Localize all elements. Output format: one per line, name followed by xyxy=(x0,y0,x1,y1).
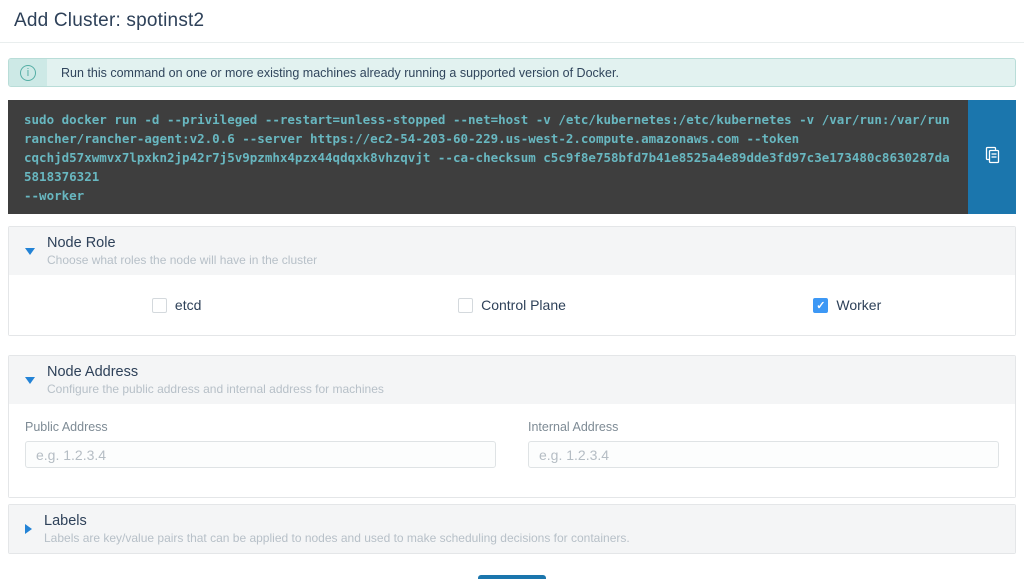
form-footer: Done xyxy=(8,575,1016,579)
labels-section-header[interactable]: Labels Labels are key/value pairs that c… xyxy=(9,505,1015,553)
section-title: Labels xyxy=(44,512,630,530)
command-line: cqchjd57xwmvx7lpxkn2jp42r7j5v9pzmhx4pzx4… xyxy=(24,148,952,186)
info-banner-text: Run this command on one or more existing… xyxy=(47,59,1015,86)
info-circle-icon: i xyxy=(20,65,36,81)
public-address-input[interactable] xyxy=(25,441,496,468)
copy-to-clipboard-button[interactable] xyxy=(968,100,1016,214)
page-header: Add Cluster: spotinst2 xyxy=(0,0,1024,43)
node-role-section-header[interactable]: Node Role Choose what roles the node wil… xyxy=(9,227,1015,275)
worker-checkbox[interactable] xyxy=(813,298,828,313)
field-label: Internal Address xyxy=(528,420,999,434)
field-label: Public Address xyxy=(25,420,496,434)
info-banner: i Run this command on one or more existi… xyxy=(8,58,1016,87)
collapse-toggle-icon xyxy=(25,248,35,255)
checkbox-option-etcd[interactable]: etcd xyxy=(9,275,344,335)
internal-address-input[interactable] xyxy=(528,441,999,468)
checkbox-label: etcd xyxy=(175,297,201,313)
internal-address-field-group: Internal Address xyxy=(528,420,999,468)
section-subtitle: Labels are key/value pairs that can be a… xyxy=(44,531,630,546)
info-banner-icon-cell: i xyxy=(9,59,47,86)
checkbox-option-worker[interactable]: Worker xyxy=(680,275,1015,335)
add-cluster-form: i Run this command on one or more existi… xyxy=(8,58,1016,579)
section-title: Node Role xyxy=(47,234,317,252)
node-address-section-header[interactable]: Node Address Configure the public addres… xyxy=(9,356,1015,404)
docker-command-text: sudo docker run -d --privileged --restar… xyxy=(8,100,968,214)
node-address-fields: Public Address Internal Address xyxy=(9,404,1015,497)
node-role-options: etcd Control Plane Worker xyxy=(9,275,1015,335)
etcd-checkbox[interactable] xyxy=(152,298,167,313)
checkbox-label: Worker xyxy=(836,297,881,313)
section-title: Node Address xyxy=(47,363,384,381)
public-address-field-group: Public Address xyxy=(25,420,496,468)
node-role-section: Node Role Choose what roles the node wil… xyxy=(8,226,1016,336)
expand-toggle-icon xyxy=(25,524,32,534)
docker-command-block: sudo docker run -d --privileged --restar… xyxy=(8,100,1016,214)
collapse-toggle-icon xyxy=(25,377,35,384)
clipboard-copy-icon xyxy=(983,146,1002,168)
page-title: Add Cluster: spotinst2 xyxy=(14,10,1024,32)
node-address-section: Node Address Configure the public addres… xyxy=(8,355,1016,498)
control-plane-checkbox[interactable] xyxy=(458,298,473,313)
command-line: sudo docker run -d --privileged --restar… xyxy=(24,110,952,129)
checkbox-option-control-plane[interactable]: Control Plane xyxy=(344,275,679,335)
section-subtitle: Choose what roles the node will have in … xyxy=(47,253,317,268)
checkbox-label: Control Plane xyxy=(481,297,566,313)
command-line: --worker xyxy=(24,186,952,205)
labels-section: Labels Labels are key/value pairs that c… xyxy=(8,504,1016,554)
done-button[interactable]: Done xyxy=(478,575,547,579)
section-subtitle: Configure the public address and interna… xyxy=(47,382,384,397)
command-line: rancher/rancher-agent:v2.0.6 --server ht… xyxy=(24,129,952,148)
